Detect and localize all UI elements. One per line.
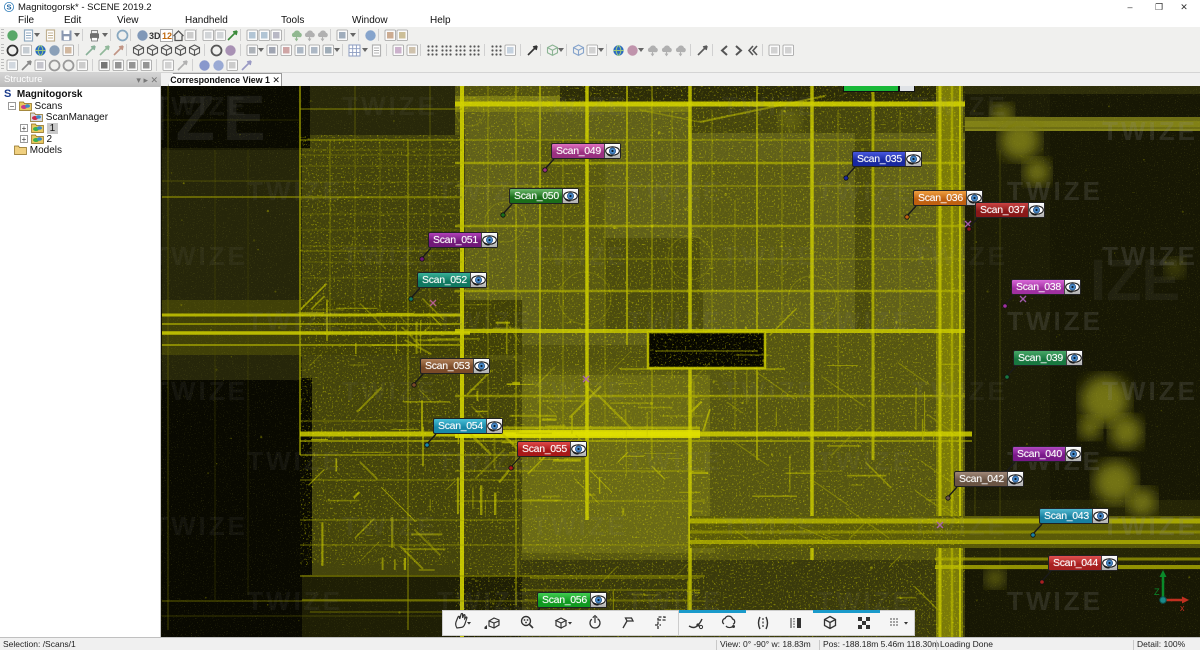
svg-text:TWIZE: TWIZE [722, 511, 818, 541]
svg-text:TWIZE: TWIZE [722, 91, 818, 121]
svg-text:12: 12 [162, 31, 172, 41]
svg-text:TWIZE: TWIZE [342, 376, 438, 406]
svg-text:TWIZE: TWIZE [1102, 511, 1198, 541]
svg-text:x: x [1180, 603, 1185, 613]
svg-text:TWIZE: TWIZE [1007, 306, 1103, 336]
svg-text:TWIZE: TWIZE [342, 511, 438, 541]
svg-text:IZE: IZE [161, 86, 274, 154]
svg-text:TWIZE: TWIZE [161, 376, 248, 406]
svg-text:TWIZE: TWIZE [817, 446, 913, 476]
svg-text:IZE: IZE [1090, 248, 1180, 313]
svg-text:TWIZE: TWIZE [247, 176, 343, 206]
svg-text:TWIZE: TWIZE [532, 376, 628, 406]
svg-text:TWIZE: TWIZE [912, 91, 1008, 121]
svg-text:TWIZE: TWIZE [722, 241, 818, 271]
svg-text:TWIZE: TWIZE [627, 176, 723, 206]
svg-text:TWIZE: TWIZE [247, 446, 343, 476]
svg-text:TWIZE: TWIZE [722, 376, 818, 406]
svg-text:TWIZE: TWIZE [627, 306, 723, 336]
svg-text:TWIZE: TWIZE [1102, 376, 1198, 406]
svg-text:TWIZE: TWIZE [161, 241, 248, 271]
svg-text:TWIZE: TWIZE [912, 511, 1008, 541]
svg-text:TWIZE: TWIZE [532, 511, 628, 541]
svg-text:TWIZE: TWIZE [912, 376, 1008, 406]
svg-text:TWIZE: TWIZE [342, 91, 438, 121]
svg-text:TWIZE: TWIZE [1007, 586, 1103, 616]
svg-text:TWIZE: TWIZE [532, 241, 628, 271]
svg-text:Z: Z [1154, 587, 1160, 597]
svg-text:TWIZE: TWIZE [627, 446, 723, 476]
svg-text:TWIZE: TWIZE [1102, 116, 1198, 146]
svg-text:TWIZE: TWIZE [532, 91, 628, 121]
svg-text:TWIZE: TWIZE [247, 306, 343, 336]
svg-text:TWIZE: TWIZE [912, 241, 1008, 271]
svg-text:TWIZE: TWIZE [817, 306, 913, 336]
svg-text:TWIZE: TWIZE [247, 586, 343, 616]
svg-text:TWIZE: TWIZE [817, 176, 913, 206]
svg-text:S: S [6, 3, 11, 12]
svg-text:TWIZE: TWIZE [161, 511, 248, 541]
svg-text:TWIZE: TWIZE [437, 306, 533, 336]
